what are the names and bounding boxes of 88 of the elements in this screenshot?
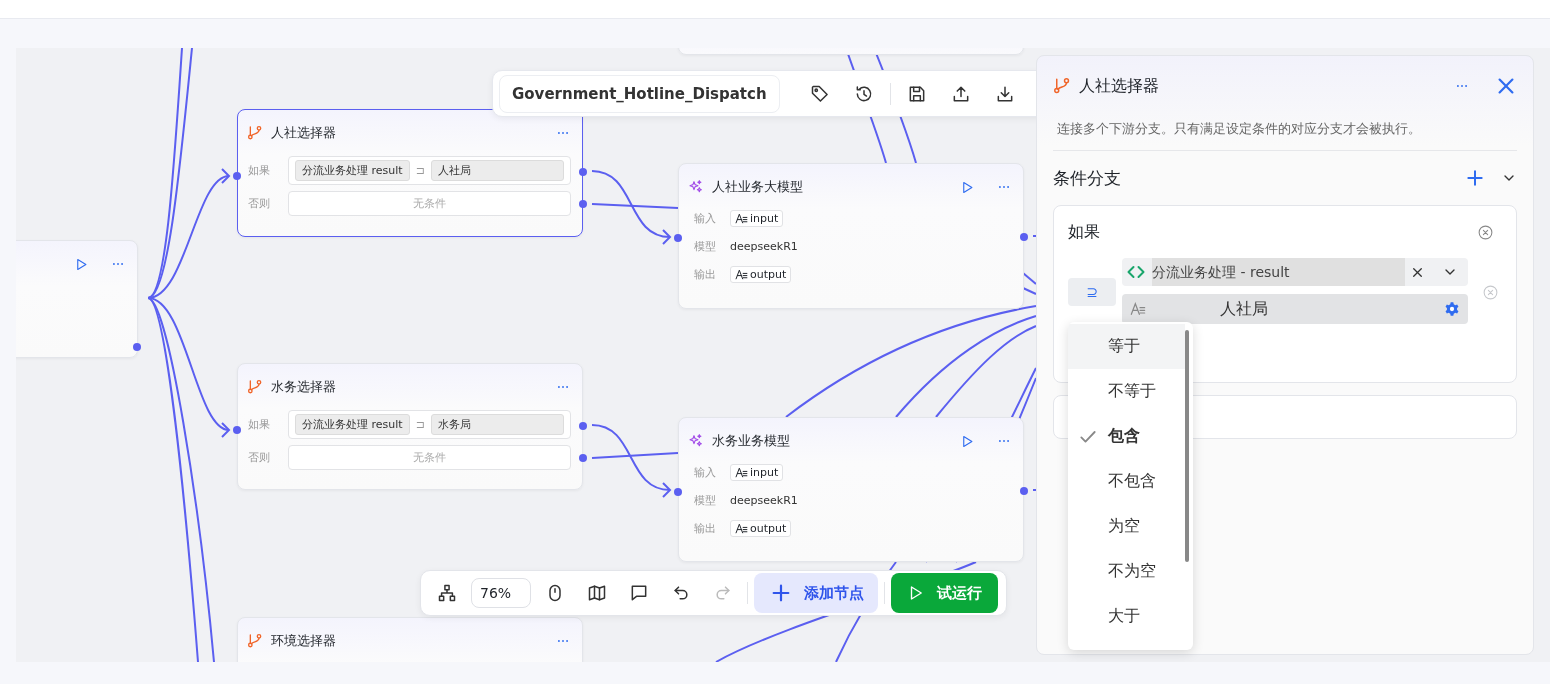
port-handle[interactable]: [1020, 487, 1028, 495]
variable-chip: 分流业务处理 result: [295, 160, 410, 181]
row-label: 模型: [694, 239, 717, 254]
map-icon: [587, 583, 607, 603]
variable-chip: output: [730, 266, 792, 283]
layout-icon: [437, 583, 457, 603]
row-label: 输出: [694, 521, 717, 536]
redo-icon: [713, 583, 733, 603]
sparkle-icon: [688, 433, 704, 449]
node-title: 水务业务模型: [712, 432, 790, 450]
scrollbar[interactable]: [1185, 330, 1189, 562]
row-label: 输出: [694, 267, 717, 282]
row-label: 输入: [694, 465, 717, 480]
operator-button[interactable]: ⊇: [1068, 278, 1116, 306]
value-field[interactable]: 人社局: [1122, 294, 1468, 324]
undo-icon: [671, 583, 691, 603]
plus-icon: [770, 582, 792, 604]
zoom-field[interactable]: 76%: [471, 578, 531, 608]
text-type-icon: [735, 466, 748, 479]
settings-icon[interactable]: [1444, 301, 1460, 317]
comment-icon: [629, 583, 649, 603]
menu-item[interactable]: 不等于: [1068, 369, 1185, 414]
run-icon[interactable]: [74, 256, 89, 272]
condition-box[interactable]: 分流业务处理 result ⊐ 水务局: [288, 410, 571, 439]
variable-chip: output: [730, 520, 792, 537]
value-chip: 水务局: [430, 414, 564, 435]
clear-icon[interactable]: [1411, 265, 1424, 279]
row-label: 如果: [248, 163, 271, 178]
node-title: 环境选择器: [271, 632, 336, 650]
row-label: 否则: [248, 450, 271, 465]
port-handle[interactable]: [579, 454, 587, 462]
port-handle[interactable]: [674, 488, 682, 496]
port-handle[interactable]: [674, 234, 682, 242]
port-handle[interactable]: [233, 172, 241, 180]
menu-item[interactable]: 不为空: [1068, 549, 1185, 594]
branch-icon: [247, 125, 263, 141]
node-title: 人社选择器: [271, 124, 336, 142]
workflow-title[interactable]: Government_Hotline_Dispatch: [499, 74, 780, 113]
branch-icon: [247, 633, 263, 649]
tag-icon: [809, 83, 830, 104]
text-type-icon: [735, 212, 748, 225]
menu-item[interactable]: 等于: [1068, 324, 1185, 369]
port-handle[interactable]: [579, 168, 587, 176]
port-handle[interactable]: [233, 426, 241, 434]
operator-symbol: ⊐: [415, 164, 425, 177]
variable-select[interactable]: 分流业务处理 - result: [1122, 258, 1468, 286]
close-icon[interactable]: [1495, 75, 1517, 97]
model-name: deepseekR1: [730, 494, 798, 507]
run-icon[interactable]: [960, 179, 975, 195]
sparkle-icon: [688, 179, 704, 195]
node-title: 水务选择器: [271, 378, 336, 396]
panel-title: 人社选择器: [1079, 75, 1159, 97]
condition-box[interactable]: 分流业务处理 result ⊐ 人社局: [288, 156, 571, 185]
run-icon[interactable]: [960, 433, 975, 449]
branch-label: 如果: [1068, 221, 1100, 243]
value-chip: 人社局: [430, 160, 564, 181]
variable-chip: 分流业务处理 result: [295, 414, 410, 435]
row-label: 输入: [694, 211, 717, 226]
connector-line: [1022, 287, 1037, 295]
text-type-icon: [735, 268, 748, 281]
branch-icon: [1053, 77, 1071, 95]
add-icon[interactable]: [1465, 168, 1485, 188]
remove-icon[interactable]: [1477, 223, 1494, 241]
row-label: 如果: [248, 417, 271, 432]
variable-chip: input: [730, 464, 784, 481]
row-label: 否则: [248, 196, 271, 211]
text-type-icon: [735, 522, 748, 535]
section-title: 条件分支: [1053, 166, 1121, 190]
panel-description: 连接多个下游分支。只有满足设定条件的对应分支才会被执行。: [1053, 116, 1517, 151]
menu-item[interactable]: 为空: [1068, 504, 1185, 549]
port-handle[interactable]: [133, 343, 141, 351]
node-card[interactable]: 环境选择器: [237, 617, 583, 662]
variable-chip: input: [730, 210, 784, 227]
node-title: 人社业务大模型: [712, 178, 803, 196]
menu-item[interactable]: 大于: [1068, 594, 1185, 639]
branch-icon: [247, 379, 263, 395]
row-label: 模型: [694, 493, 717, 508]
port-handle[interactable]: [579, 200, 587, 208]
text-type-icon: [1130, 301, 1146, 317]
menu-item[interactable]: 不包含: [1068, 459, 1185, 504]
model-name: deepseekR1: [730, 240, 798, 253]
port-handle[interactable]: [579, 422, 587, 430]
operator-symbol: ⊐: [415, 418, 425, 431]
connector-line: [1022, 272, 1037, 285]
menu-item[interactable]: 包含: [1068, 414, 1185, 459]
node-card[interactable]: [16, 240, 138, 358]
add-node-button[interactable]: 添加节点: [754, 573, 878, 613]
port-handle[interactable]: [1020, 233, 1028, 241]
